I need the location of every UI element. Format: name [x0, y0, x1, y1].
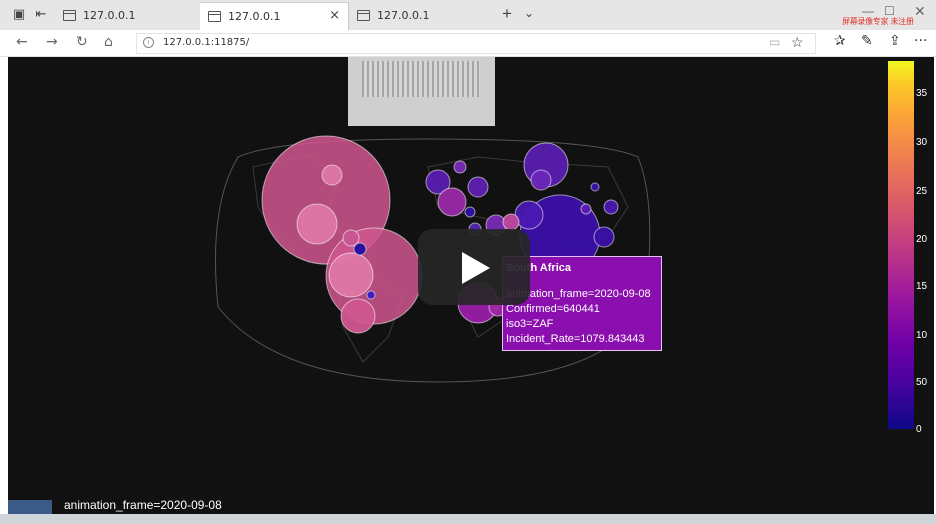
url-field[interactable]: i 127.0.0.1:11875/ ▭ ☆	[136, 33, 816, 54]
close-window-icon[interactable]: ✕	[914, 3, 926, 20]
country-bubble[interactable]	[464, 206, 476, 218]
tab-groups-icon[interactable]: ▣	[10, 6, 28, 24]
country-bubble[interactable]	[590, 182, 600, 192]
colorbar-tick: 25	[916, 186, 928, 197]
tab-2-active[interactable]: 127.0.0.1 ×	[200, 2, 348, 30]
colorbar-tick: 10	[916, 330, 928, 341]
colorbar-tick: 20	[916, 234, 928, 245]
colorbar-tick: 30	[916, 137, 928, 148]
animation-frame-label: animation_frame=2020-09-08	[64, 498, 222, 512]
refresh-button[interactable]: ↻	[76, 34, 88, 50]
page-icon	[208, 11, 221, 22]
tab-title: 127.0.0.1	[228, 10, 281, 23]
country-bubble[interactable]	[603, 199, 619, 215]
thumbnail-pattern	[362, 61, 480, 97]
site-info-icon[interactable]: i	[143, 37, 154, 48]
screen-thumbnail	[348, 57, 495, 126]
tab-1[interactable]: 127.0.0.1	[55, 2, 200, 30]
page-content: South Africa animation_frame=2020-09-08 …	[8, 57, 934, 514]
favorite-star-icon[interactable]: ☆	[791, 34, 804, 51]
tab-list-button[interactable]: ⌄	[524, 6, 534, 20]
country-bubble[interactable]	[328, 252, 374, 298]
maximize-icon[interactable]: ☐	[884, 4, 895, 18]
new-tab-button[interactable]: +	[502, 4, 512, 24]
tooltip-confirmed: Confirmed=640441	[506, 303, 600, 315]
tab-title: 127.0.0.1	[377, 9, 430, 22]
colorbar-tick: 0	[916, 424, 922, 435]
colorbar-tick: 15	[916, 281, 928, 292]
colorbar-tick: 50	[916, 377, 928, 388]
forward-button[interactable]: →	[46, 34, 58, 50]
country-bubble[interactable]	[514, 200, 544, 230]
tooltip-iso3: iso3=ZAF	[506, 318, 554, 330]
country-bubble[interactable]	[366, 290, 376, 300]
notes-button[interactable]: ✎	[861, 33, 873, 49]
tab-title: 127.0.0.1	[83, 9, 136, 22]
back-button[interactable]: ←	[16, 34, 28, 50]
country-bubble[interactable]	[296, 203, 338, 245]
reading-view-icon[interactable]: ▭	[769, 35, 780, 49]
minimize-icon[interactable]: —	[862, 4, 874, 18]
close-tab-button[interactable]: ×	[329, 8, 340, 23]
home-button[interactable]: ⌂	[104, 34, 113, 50]
country-bubble[interactable]	[437, 187, 467, 217]
country-bubble[interactable]	[530, 169, 552, 191]
video-play-button[interactable]	[418, 229, 530, 305]
more-button[interactable]: ···	[914, 33, 927, 49]
country-bubble[interactable]	[580, 203, 592, 215]
page-icon	[357, 10, 370, 21]
favorites-button[interactable]: ✰	[834, 33, 846, 49]
set-aside-tabs-icon[interactable]: ⇤	[32, 6, 50, 24]
bottom-edge	[0, 514, 936, 524]
country-bubble[interactable]	[321, 164, 343, 186]
tab-bar: ▣ ⇤ 127.0.0.1 127.0.0.1 × 127.0.0.1 + ⌄ …	[0, 0, 936, 30]
share-button[interactable]: ⇪	[889, 33, 901, 49]
tooltip-incident-rate: Incident_Rate=1079.843443	[506, 333, 645, 345]
address-bar: ← → ↻ ⌂ i 127.0.0.1:11875/ ▭ ☆ ✰ ✎ ⇪ ···	[0, 30, 936, 57]
page-icon	[63, 10, 76, 21]
tab-3[interactable]: 127.0.0.1	[348, 2, 493, 30]
colorbar-tick: 35	[916, 88, 928, 99]
play-icon	[462, 252, 490, 284]
country-bubble[interactable]	[353, 242, 367, 256]
country-bubble[interactable]	[453, 160, 467, 174]
country-bubble[interactable]	[502, 213, 520, 231]
country-bubble[interactable]	[467, 176, 489, 198]
animation-slider-handle[interactable]	[8, 500, 52, 514]
colorbar	[888, 61, 914, 429]
recorder-watermark: 屏幕录像专家 未注册	[842, 17, 914, 26]
browser-window: ▣ ⇤ 127.0.0.1 127.0.0.1 × 127.0.0.1 + ⌄ …	[0, 0, 936, 524]
country-bubble[interactable]	[593, 226, 615, 248]
url-text[interactable]: 127.0.0.1:11875/	[163, 37, 249, 48]
country-bubble[interactable]	[340, 298, 376, 334]
